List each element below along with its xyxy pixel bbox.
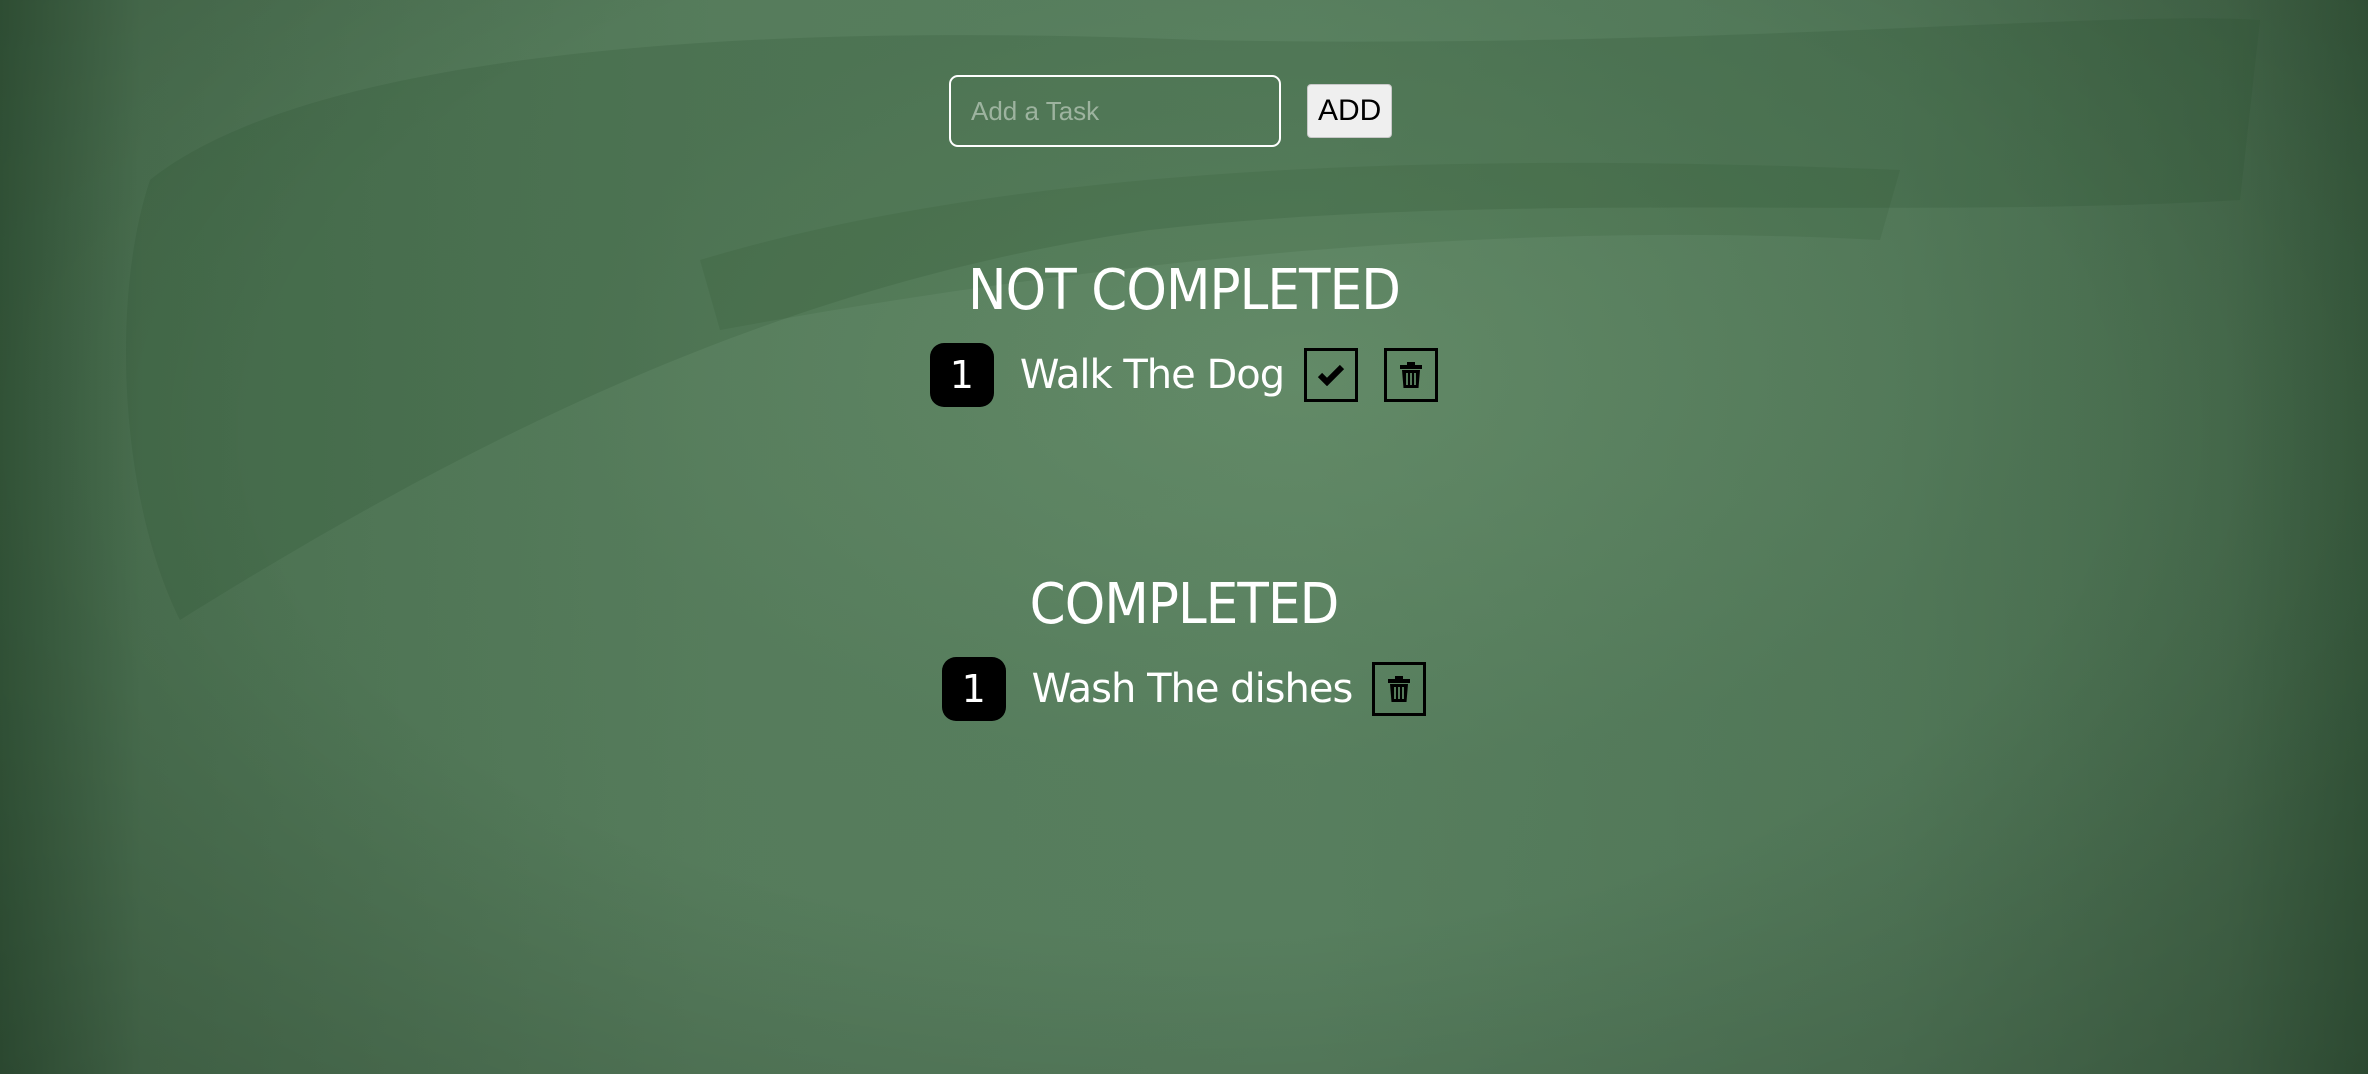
add-task-form: ADD [949,75,1393,147]
task-text: Walk The Dog [1019,352,1285,398]
task-row: 1 Wash The dishes [941,657,1427,721]
trash-icon [1388,676,1411,702]
check-icon [1318,364,1345,386]
complete-task-button[interactable] [1304,348,1359,402]
add-button[interactable]: ADD [1307,84,1393,138]
not-completed-section: NOT COMPLETED 1 Walk The Dog [0,258,2368,407]
task-number-badge: 1 [929,343,994,407]
completed-section: COMPLETED 1 Wash The dishes [0,572,2368,721]
not-completed-title: NOT COMPLETED [968,258,1401,323]
task-number-badge: 1 [941,657,1006,721]
task-row: 1 Walk The Dog [929,343,1439,407]
delete-task-button[interactable] [1372,662,1427,716]
background-brush-stroke [126,18,2260,621]
delete-task-button[interactable] [1384,348,1439,402]
task-input[interactable] [949,75,1281,147]
task-text: Wash The dishes [1031,666,1354,712]
trash-icon [1400,362,1423,388]
completed-title: COMPLETED [1029,572,1340,637]
background-vignette [0,0,2368,1074]
